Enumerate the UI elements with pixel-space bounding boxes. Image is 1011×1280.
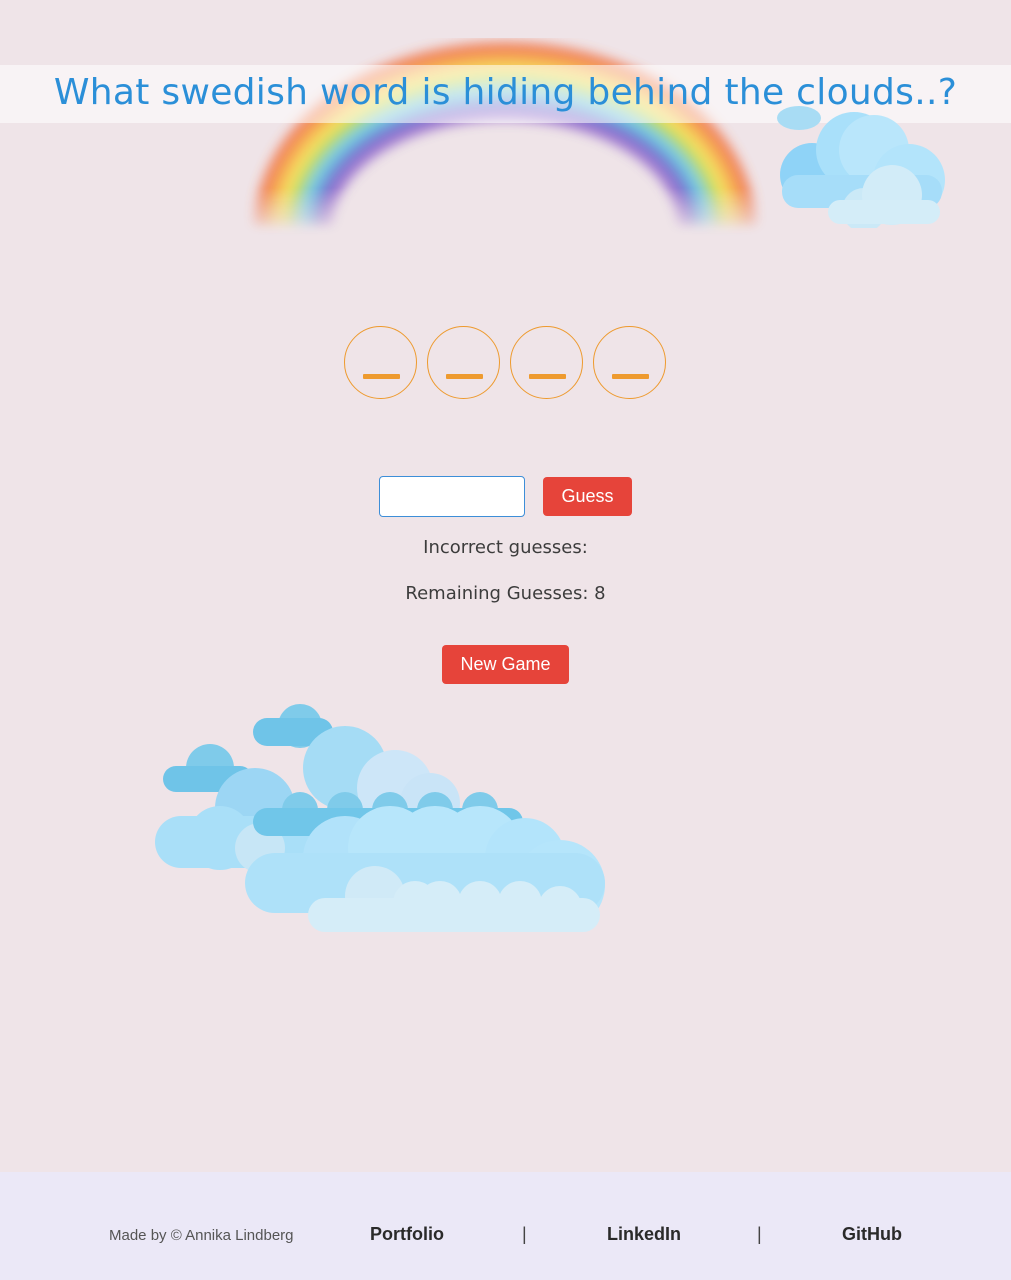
incorrect-guesses-label: Incorrect guesses:	[423, 537, 588, 558]
footer-separator: |	[522, 1224, 527, 1244]
remaining-guesses-label: Remaining Guesses: 8	[405, 583, 606, 604]
slot-placeholder-dash	[612, 374, 649, 379]
cloud-top-right	[777, 106, 945, 228]
letter-slots	[344, 326, 666, 399]
slot-placeholder-dash	[446, 374, 483, 379]
letter-slot	[427, 326, 500, 399]
guess-input[interactable]	[379, 476, 525, 517]
linkedin-link[interactable]: LinkedIn	[607, 1224, 681, 1245]
footer: Made by © Annika Lindberg Portfolio | Li…	[0, 1172, 1011, 1280]
github-link[interactable]: GitHub	[842, 1224, 902, 1245]
cloud-cluster-bottom-left	[155, 704, 605, 932]
new-game-button[interactable]: New Game	[442, 645, 569, 684]
guess-button[interactable]: Guess	[543, 477, 632, 516]
letter-slot	[593, 326, 666, 399]
portfolio-link[interactable]: Portfolio	[370, 1224, 444, 1245]
made-by-text: Made by © Annika Lindberg	[109, 1227, 294, 1244]
letter-slot	[344, 326, 417, 399]
slot-placeholder-dash	[529, 374, 566, 379]
letter-slot	[510, 326, 583, 399]
footer-separator: |	[757, 1224, 762, 1244]
slot-placeholder-dash	[363, 374, 400, 379]
